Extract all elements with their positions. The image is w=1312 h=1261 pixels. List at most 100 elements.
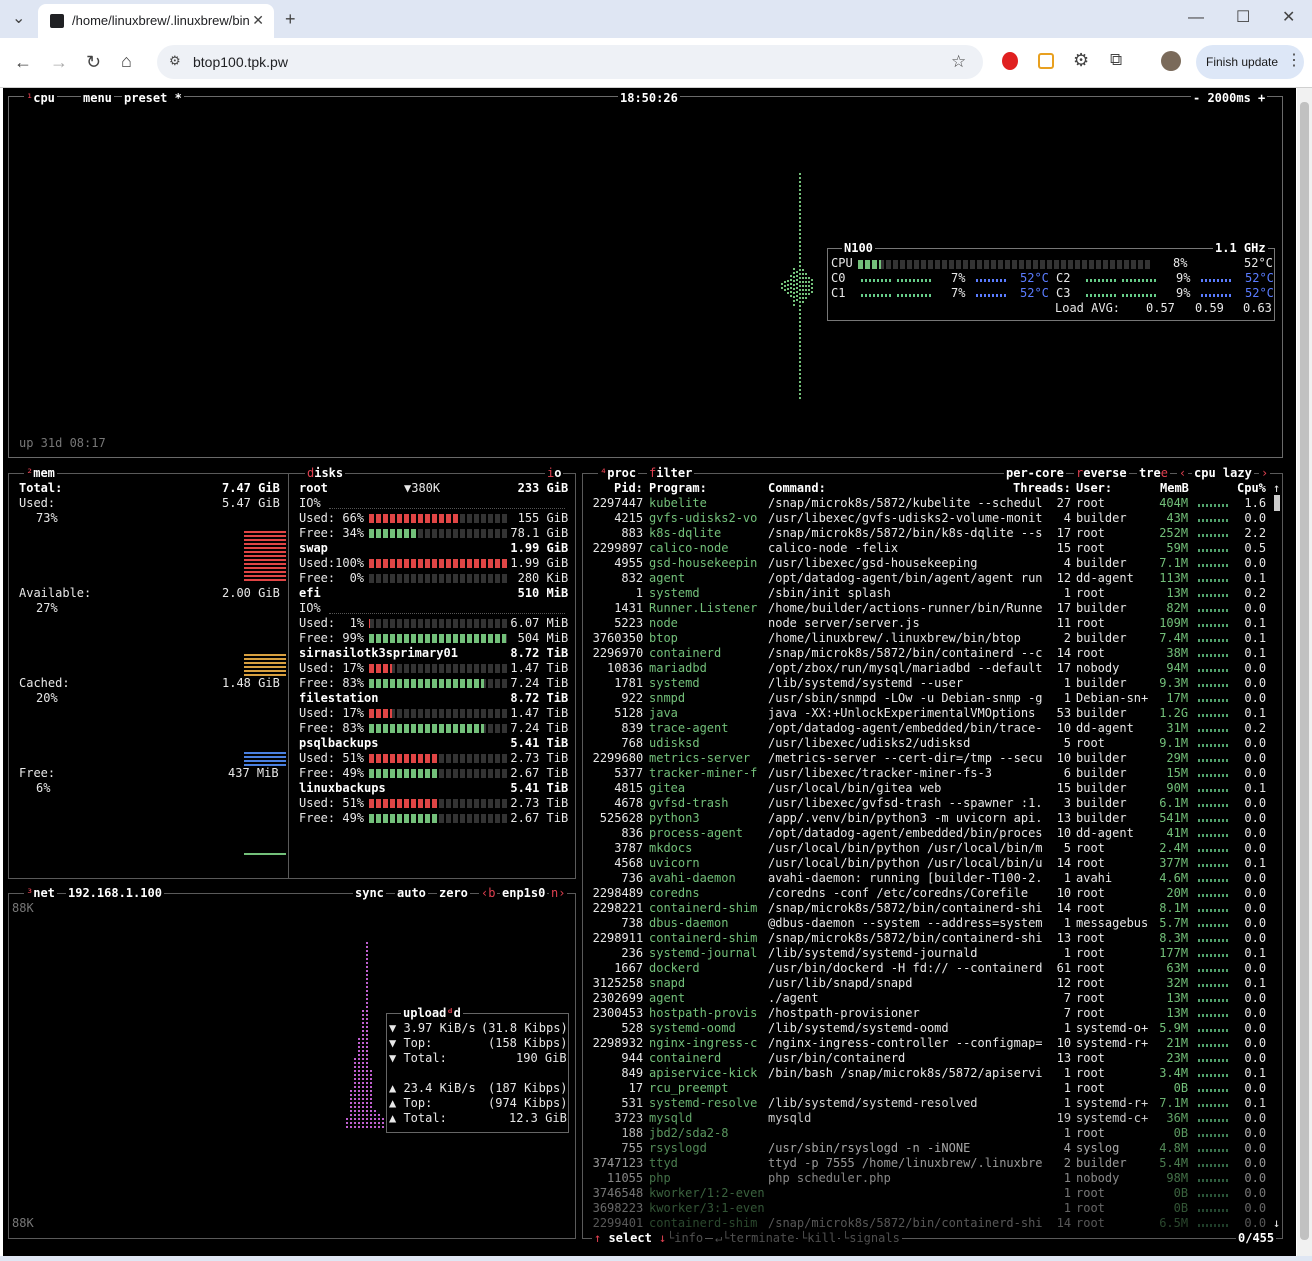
process-row[interactable]: 922 snmpd/usr/sbin/snmpd -LOw -u Debian-s… xyxy=(3,691,1293,706)
process-row[interactable]: 4815 gitea/usr/local/bin/gitea web 15 build… xyxy=(3,781,1293,796)
settings-extension-icon[interactable]: ⚙ xyxy=(1073,51,1089,69)
new-tab-icon[interactable]: + xyxy=(285,10,296,28)
sort-mode[interactable]: cpu lazy xyxy=(1192,466,1254,481)
process-row[interactable]: 3760350 btop/home/linuxbrew/.linuxbrew/bi… xyxy=(3,631,1293,646)
process-row[interactable]: 2297447 kubelite/snap/microk8s/5872/kubel… xyxy=(3,496,1293,511)
process-row[interactable]: 832 agent/opt/datadog-agent/bin/agent/age… xyxy=(3,571,1293,586)
process-row[interactable]: 738 dbus-daemon @dbus-daemon --system --ad… xyxy=(3,916,1293,931)
process-row[interactable]: 944 containerd/usr/bin/containerd 13 root 23… xyxy=(3,1051,1293,1066)
terminal-viewport[interactable]: ¹cpu menu preset * 18:50:26 - 2000ms + u… xyxy=(3,88,1296,1256)
back-icon[interactable]: ← xyxy=(14,53,32,71)
reload-icon[interactable]: ↻ xyxy=(86,53,101,71)
process-row[interactable]: 839 trace-agent/opt/datadog-agent/embedde… xyxy=(3,721,1293,736)
terminate-button[interactable]: ↵└terminate xyxy=(713,1231,797,1246)
process-row[interactable]: 4568 uvicorn/usr/local/bin/python /usr/lo… xyxy=(3,856,1293,871)
disks-title[interactable]: disks xyxy=(305,466,346,481)
process-row[interactable]: 2299680 metrics-server/metrics-server --c… xyxy=(3,751,1293,766)
process-row[interactable]: 3787 mkdocs/usr/local/bin/python /usr/loc… xyxy=(3,841,1293,856)
tab-search-icon[interactable]: ⌄ xyxy=(12,11,25,27)
forward-icon[interactable]: → xyxy=(50,53,68,71)
extensions-icon[interactable]: ⧉ xyxy=(1110,51,1122,68)
col-threads[interactable]: Threads: xyxy=(1013,481,1071,496)
process-row[interactable]: 1 systemd/sbin/init splash 1 root 13M 0.2 xyxy=(3,586,1293,601)
process-row[interactable]: 836 process-agent/opt/datadog-agent/embed… xyxy=(3,826,1293,841)
process-row[interactable]: 2302699 agent ./agent 7 root 13M 0.0 xyxy=(3,991,1293,1006)
col-user[interactable]: User: xyxy=(1076,481,1112,496)
maximize-icon[interactable]: ☐ xyxy=(1236,10,1250,26)
process-row[interactable]: 10836 mariadbd/opt/zbox/run/mysql/mariadb… xyxy=(3,661,1293,676)
io-toggle[interactable]: io xyxy=(545,466,564,481)
info-button[interactable]: └info xyxy=(665,1231,706,1246)
process-row[interactable]: 2299897 calico-node calico-node -felix 15 ro… xyxy=(3,541,1293,556)
process-row[interactable]: 2298221 containerd-shim/snap/microk8s/587… xyxy=(3,901,1293,916)
process-row[interactable]: 3746548 kworker/1:2-even 1 root 0B 0.0 xyxy=(3,1186,1293,1201)
process-row[interactable]: 236 systemd-journal/lib/systemd/systemd-j… xyxy=(3,946,1293,961)
process-row[interactable]: 1667 dockerd/usr/bin/dockerd -H fd:// --c… xyxy=(3,961,1293,976)
home-icon[interactable]: ⌂ xyxy=(121,52,132,70)
process-row[interactable]: 2299401 containerd-shim/snap/microk8s/587… xyxy=(3,1216,1293,1231)
process-row[interactable]: 528 systemd-oomd/lib/systemd/systemd-oomd… xyxy=(3,1021,1293,1036)
signals-button[interactable]: └signals xyxy=(840,1231,902,1246)
color-extension-icon[interactable] xyxy=(1038,53,1054,69)
process-row[interactable]: 736 avahi-daemon avahi-daemon: running [bu… xyxy=(3,871,1293,886)
page-scrollbar[interactable] xyxy=(1297,88,1312,1256)
process-row[interactable]: 849 apiservice-kick/bin/bash /snap/microk… xyxy=(3,1066,1293,1081)
process-row[interactable]: 883 k8s-dqlite/snap/microk8s/5872/bin/k8s… xyxy=(3,526,1293,541)
tree-toggle[interactable]: tree xyxy=(1137,466,1170,481)
bookmark-star-icon[interactable]: ☆ xyxy=(951,53,966,70)
process-row[interactable]: 768 udisksd/usr/libexec/udisks2/udisksd 5 r… xyxy=(3,736,1293,751)
process-row[interactable]: 2298489 coredns/coredns -conf /etc/coredn… xyxy=(3,886,1293,901)
process-row[interactable]: 5128 java java -XX:+UnlockExperimentalVMOp… xyxy=(3,706,1293,721)
process-row[interactable]: 755 rsyslogd/usr/sbin/rsyslogd -n -iNONE 4… xyxy=(3,1141,1293,1156)
process-row[interactable]: 4215 gvfs-udisks2-vo/usr/libexec/gvfs-udi… xyxy=(3,511,1293,526)
process-row[interactable]: 17 rcu_preempt 1 root 0B 0.0 xyxy=(3,1081,1293,1096)
col-command[interactable]: Command: xyxy=(768,481,826,496)
col-program[interactable]: Program: xyxy=(649,481,707,496)
per-core-toggle[interactable]: per-core xyxy=(1004,466,1066,481)
process-row[interactable]: 5223 node node server/server.js 11 root 109M 0… xyxy=(3,616,1293,631)
cpu-title[interactable]: ¹cpu xyxy=(24,91,57,106)
close-tab-icon[interactable]: ✕ xyxy=(252,12,264,29)
site-info-icon[interactable]: ⚙ xyxy=(169,54,181,67)
process-row[interactable]: 3698223 kworker/3:1-even 1 root 0B 0.0 xyxy=(3,1201,1293,1216)
process-row[interactable]: 5377 tracker-miner-f/usr/libexec/tracker-… xyxy=(3,766,1293,781)
process-row[interactable]: 3125258 snapd/usr/lib/snapd/snapd 12 root 32… xyxy=(3,976,1293,991)
process-row[interactable]: 2298911 containerd-shim/snap/microk8s/587… xyxy=(3,931,1293,946)
process-row[interactable]: 2298932 nginx-ingress-c/nginx-ingress-con… xyxy=(3,1036,1293,1051)
process-row[interactable]: 4678 gvfsd-trash/usr/libexec/gvfsd-trash … xyxy=(3,796,1293,811)
process-row[interactable]: 3747123 ttyd ttyd -p 7555 /home/linuxbrew/… xyxy=(3,1156,1293,1171)
scroll-up-icon[interactable]: ↑ xyxy=(1273,481,1280,496)
col-pid[interactable]: Pid: xyxy=(614,481,643,496)
mem-title[interactable]: ²mem xyxy=(24,466,57,481)
more-menu-icon[interactable]: ⋮ xyxy=(1286,53,1302,69)
menu-button[interactable]: menu xyxy=(81,91,114,106)
adblock-extension-icon[interactable] xyxy=(1002,52,1018,70)
proc-title[interactable]: ⁴proc xyxy=(598,466,639,481)
preset-button[interactable]: preset * xyxy=(122,91,184,106)
process-row[interactable]: 3723 mysqld mysqld 19 systemd-c+ 36M 0.0 xyxy=(3,1111,1293,1126)
profile-avatar[interactable] xyxy=(1161,51,1181,71)
col-mem[interactable]: MemB xyxy=(1160,481,1189,496)
process-row[interactable]: 4955 gsd-housekeepin/usr/libexec/gsd-hous… xyxy=(3,556,1293,571)
process-row[interactable]: 2300453 hostpath-provis/hostpath-provisio… xyxy=(3,1006,1293,1021)
select-control[interactable]: ↑ select ↓ xyxy=(592,1231,669,1246)
process-row[interactable]: 1781 systemd/lib/systemd/systemd --user 1 b… xyxy=(3,676,1293,691)
proc-filter[interactable]: filter xyxy=(647,466,695,481)
col-cpu[interactable]: Cpu% xyxy=(1237,481,1266,496)
interval-control[interactable]: - 2000ms + xyxy=(1191,91,1268,106)
kill-button[interactable]: └kill xyxy=(798,1231,839,1246)
process-row[interactable]: 2296970 containerd/snap/microk8s/5872/bin… xyxy=(3,646,1293,661)
reverse-toggle[interactable]: reverse xyxy=(1074,466,1129,481)
process-row[interactable]: 11055 php php scheduler.php 1 nobody 98M 0.0 xyxy=(3,1171,1293,1186)
minimize-icon[interactable]: — xyxy=(1188,10,1204,26)
sort-prev[interactable]: ‹ xyxy=(1177,466,1189,481)
close-window-icon[interactable]: ✕ xyxy=(1282,10,1295,26)
process-row[interactable]: 531 systemd-resolve/lib/systemd/systemd-r… xyxy=(3,1096,1293,1111)
process-row[interactable]: 525628 python3/app/.venv/bin/python3 -m u… xyxy=(3,811,1293,826)
sort-next[interactable]: › xyxy=(1259,466,1271,481)
page-scrollbar-thumb[interactable] xyxy=(1300,102,1309,1240)
process-row[interactable]: 188 jbd2/sda2-8 1 root 0B 0.0 xyxy=(3,1126,1293,1141)
browser-tab[interactable]: /home/linuxbrew/.linuxbrew/bin ✕ xyxy=(38,4,274,38)
process-row[interactable]: 1431 Runner.Listener/home/builder/actions… xyxy=(3,601,1293,616)
address-bar[interactable]: ⚙ btop100.tpk.pw ☆ xyxy=(157,45,983,79)
